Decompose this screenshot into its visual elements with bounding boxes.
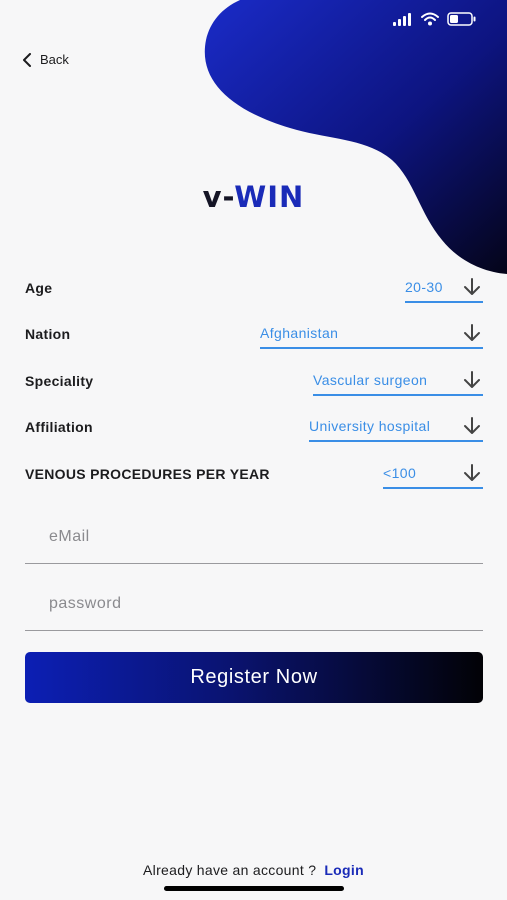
app-logo: v-WIN [0,180,507,214]
venous-procedures-label: VENOUS PROCEDURES PER YEAR [25,466,270,482]
affiliation-row: Affiliation University hospital [25,417,483,449]
email-field-container [25,518,483,564]
venous-procedures-select[interactable]: <100 [383,462,483,489]
back-button[interactable]: Back [22,52,69,67]
speciality-row: Speciality Vascular surgeon [25,371,483,403]
arrow-down-icon [464,324,480,341]
password-field[interactable] [49,595,459,613]
nation-row: Nation Afghanistan [25,324,483,356]
speciality-value: Vascular surgeon [313,372,428,388]
back-label: Back [40,52,69,67]
nation-select[interactable]: Afghanistan [260,322,483,349]
affiliation-label: Affiliation [25,419,93,435]
register-button[interactable]: Register Now [25,652,483,703]
affiliation-value: University hospital [309,418,431,434]
nation-value: Afghanistan [260,325,339,341]
venous-procedures-value: <100 [383,465,417,481]
email-field[interactable] [49,528,459,546]
logo-text-prefix: v- [202,180,235,214]
header-blob-shape [204,0,507,274]
password-field-container [25,585,483,631]
arrow-down-icon [464,371,480,388]
age-value: 20-30 [405,279,443,295]
arrow-down-icon [464,464,480,481]
home-indicator [164,886,344,891]
login-link[interactable]: Login [324,862,364,878]
age-label: Age [25,280,53,296]
speciality-label: Speciality [25,373,94,389]
chevron-left-icon [23,52,31,67]
age-select[interactable]: 20-30 [405,276,483,303]
battery-icon [447,12,476,26]
arrow-down-icon [464,417,480,434]
speciality-select[interactable]: Vascular surgeon [313,369,483,396]
login-prompt: Already have an account ? Login [0,862,507,878]
status-bar [393,12,477,26]
login-prompt-text: Already have an account ? [143,862,317,878]
venous-procedures-row: VENOUS PROCEDURES PER YEAR <100 [25,464,483,496]
logo-text-name: WIN [234,180,305,214]
arrow-down-icon [464,278,480,295]
age-row: Age 20-30 [25,278,483,310]
cellular-signal-icon [393,13,411,26]
affiliation-select[interactable]: University hospital [309,415,483,442]
wifi-icon [421,12,439,26]
nation-label: Nation [25,326,71,342]
